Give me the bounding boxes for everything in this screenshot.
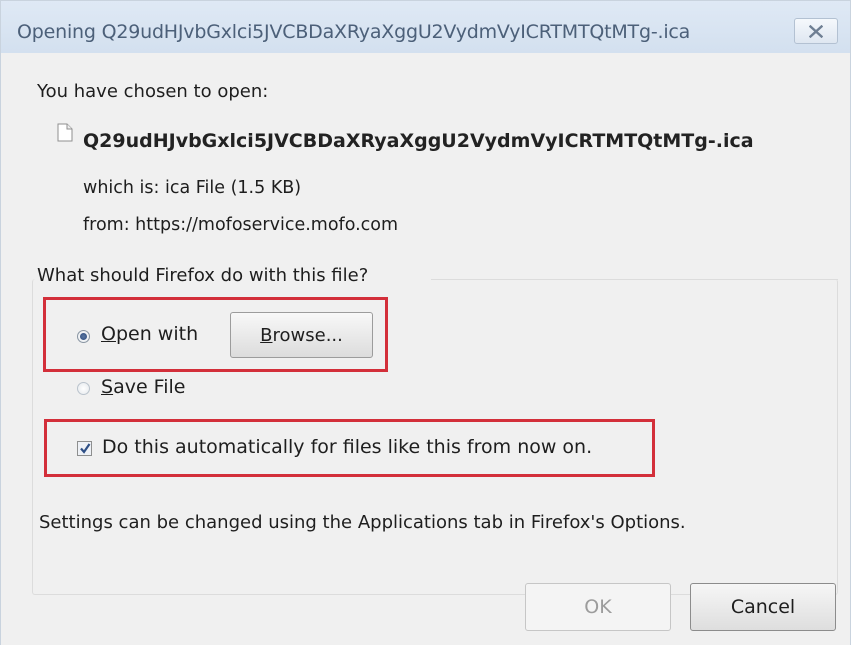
ok-button[interactable]: OK — [525, 583, 671, 631]
dialog-body: You have chosen to open: Q29udHJvbGxlci5… — [1, 53, 850, 645]
file-type: which is: ica File (1.5 KB) — [83, 178, 302, 198]
file-source: from: https://mofoservice.mofo.com — [83, 215, 399, 235]
ok-button-label: OK — [584, 596, 612, 618]
close-button[interactable] — [794, 18, 838, 44]
group-divider — [431, 279, 838, 280]
file-name: Q29udHJvbGxlci5JVCBDaXRyaXggU2VydmVyICRT… — [83, 130, 754, 152]
open-with-highlight — [43, 297, 388, 372]
close-icon — [809, 24, 823, 38]
settings-note: Settings can be changed using the Applic… — [39, 512, 686, 533]
file-open-dialog: Opening Q29udHJvbGxlci5JVCBDaXRyaXggU2Vy… — [0, 0, 851, 645]
chosen-label: You have chosen to open: — [37, 81, 269, 102]
cancel-button-label: Cancel — [730, 596, 796, 618]
save-file-radio[interactable] — [77, 382, 90, 395]
window-title: Opening Q29udHJvbGxlci5JVCBDaXRyaXggU2Vy… — [17, 21, 691, 43]
action-question: What should Firefox do with this file? — [37, 265, 369, 286]
save-file-label[interactable]: Save File — [101, 376, 185, 398]
title-bar[interactable]: Opening Q29udHJvbGxlci5JVCBDaXRyaXggU2Vy… — [1, 1, 850, 53]
auto-highlight — [44, 419, 655, 477]
cancel-button[interactable]: Cancel — [690, 583, 836, 631]
file-icon — [57, 123, 73, 142]
